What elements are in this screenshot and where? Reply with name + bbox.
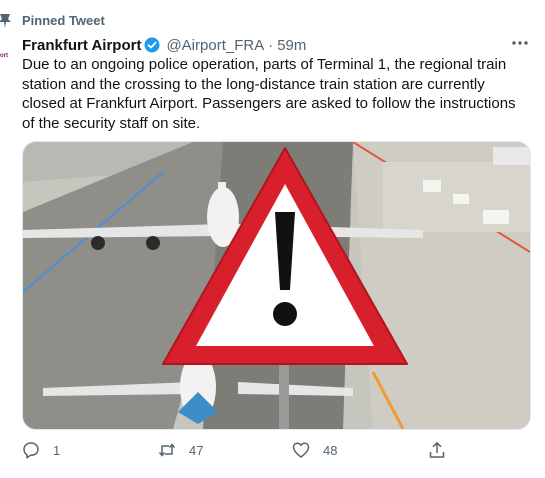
- display-name[interactable]: Frankfurt Airport: [22, 37, 141, 54]
- reply-icon: [23, 442, 39, 459]
- airport-warning-image: [23, 142, 530, 429]
- separator-dot: ·: [268, 36, 274, 54]
- tweet-actions: 1 47 48: [22, 437, 532, 463]
- pinned-label: Pinned Tweet: [22, 13, 105, 28]
- tweet-header: Frankfurt Airport @Airport_FRA · 59m: [22, 35, 306, 55]
- retweet-button[interactable]: 47: [158, 437, 203, 463]
- share-button[interactable]: [428, 437, 446, 463]
- like-count: 48: [323, 442, 338, 458]
- verified-badge-icon: [144, 37, 160, 53]
- retweet-count: 47: [189, 442, 204, 458]
- more-options-icon[interactable]: [511, 38, 529, 48]
- timestamp[interactable]: 59m: [277, 37, 306, 54]
- pin-icon: [0, 14, 11, 28]
- tweet-text: Due to an ongoing police operation, part…: [22, 56, 516, 132]
- retweet-icon: [158, 443, 176, 457]
- like-button[interactable]: 48: [292, 437, 337, 463]
- heart-icon: [292, 442, 310, 458]
- avatar-text: ort: [0, 53, 8, 59]
- handle[interactable]: @Airport_FRA: [166, 37, 264, 54]
- reply-count: 1: [53, 442, 61, 458]
- reply-button[interactable]: 1: [22, 437, 60, 463]
- tweet-image[interactable]: [22, 141, 531, 430]
- avatar[interactable]: ort: [0, 36, 12, 76]
- share-icon: [429, 441, 445, 458]
